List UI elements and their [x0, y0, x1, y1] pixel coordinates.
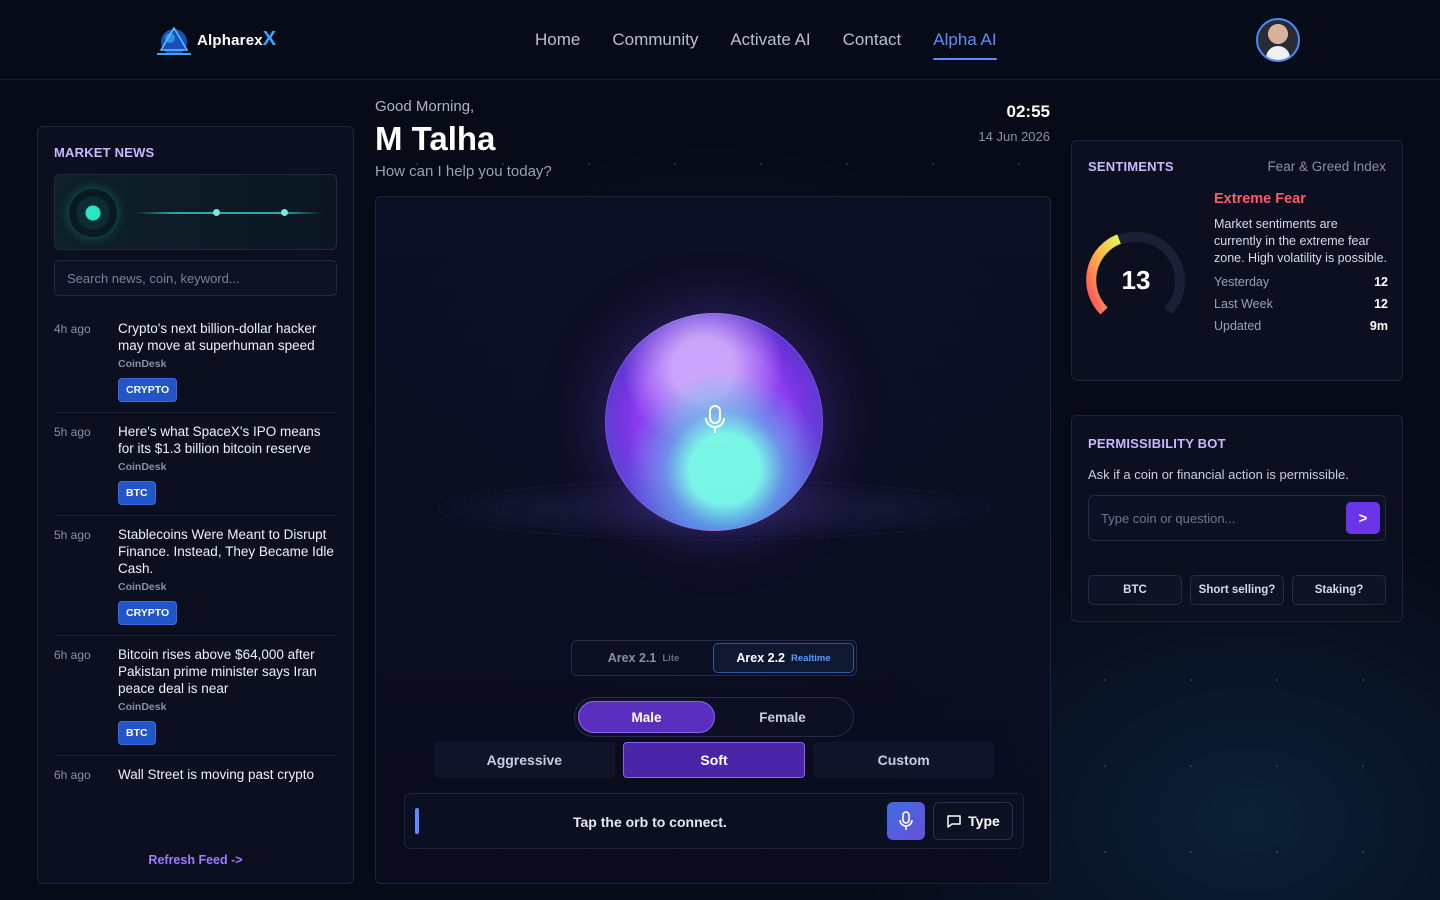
- refresh-feed-link[interactable]: Refresh Feed ->: [38, 853, 353, 867]
- model-switch: Arex 2.1 Lite Arex 2.2 Realtime: [571, 640, 857, 676]
- audio-progress-track[interactable]: [135, 212, 322, 214]
- type-button-label: Type: [968, 813, 1000, 829]
- sentiments-panel: SENTIMENTS Fear & Greed Index 13 Extreme…: [1071, 140, 1403, 381]
- news-tag[interactable]: CRYPTO: [118, 378, 178, 402]
- suggestion-chips: BTC Short selling? Staking?: [1088, 575, 1386, 605]
- news-list: 4h ago Crypto's next billion-dollar hack…: [54, 310, 337, 793]
- clock-date: 14 Jun 2026: [978, 129, 1050, 144]
- news-item[interactable]: 4h ago Crypto's next billion-dollar hack…: [54, 310, 337, 413]
- user-name: M Talha: [375, 120, 496, 157]
- news-source: CoinDesk: [118, 358, 167, 370]
- permissibility-bot-title: PERMISSIBILITY BOT: [1088, 436, 1226, 451]
- sentiment-label: Extreme Fear: [1214, 191, 1306, 207]
- fear-greed-value: 13: [1121, 265, 1151, 295]
- nav-link-home[interactable]: Home: [535, 30, 580, 60]
- type-button[interactable]: Type: [933, 802, 1013, 840]
- sentiment-row-last-week: Last Week 12: [1214, 297, 1388, 311]
- chat-bubble-icon: [947, 815, 961, 828]
- news-item[interactable]: 5h ago Here's what SpaceX's IPO means fo…: [54, 413, 337, 516]
- permissibility-question-input[interactable]: [1089, 496, 1339, 540]
- news-time: 6h ago: [54, 768, 91, 782]
- news-audio-player[interactable]: [54, 174, 337, 250]
- gender-option-male[interactable]: Male: [578, 701, 715, 733]
- model-option-arex-2-1[interactable]: Arex 2.1 Lite: [574, 643, 713, 673]
- news-tag[interactable]: CRYPTO: [118, 601, 178, 625]
- tone-selector: Aggressive Soft Custom: [434, 742, 995, 778]
- status-indicator: [415, 808, 419, 834]
- news-headline[interactable]: Crypto's next billion-dollar hacker may …: [118, 320, 335, 354]
- nav-link-contact[interactable]: Contact: [843, 30, 902, 60]
- connection-status-text: Tap the orb to connect.: [573, 814, 727, 830]
- news-headline[interactable]: Here's what SpaceX's IPO means for its $…: [118, 423, 335, 457]
- news-headline[interactable]: Wall Street is moving past crypto: [118, 766, 335, 783]
- suggestion-chip-btc[interactable]: BTC: [1088, 575, 1182, 605]
- audio-play-indicator[interactable]: [69, 189, 117, 237]
- news-headline[interactable]: Bitcoin rises above $64,000 after Pakist…: [118, 646, 335, 697]
- fear-greed-gauge: 13: [1086, 229, 1186, 329]
- logo-mark-icon: [157, 26, 191, 55]
- microphone-icon: [705, 405, 725, 433]
- news-headline[interactable]: Stablecoins Were Meant to Disrupt Financ…: [118, 526, 335, 577]
- greeting-prompt: How can I help you today?: [375, 163, 552, 180]
- user-avatar[interactable]: [1256, 18, 1300, 62]
- news-tag[interactable]: BTC: [118, 721, 156, 745]
- voice-control-bar: Tap the orb to connect. Type: [404, 793, 1024, 849]
- permissibility-description: Ask if a coin or financial action is per…: [1088, 467, 1349, 482]
- sentiments-title: SENTIMENTS: [1088, 159, 1174, 174]
- top-navigation: AlpharexX Home Community Activate AI Con…: [0, 0, 1440, 80]
- news-source: CoinDesk: [118, 461, 167, 473]
- nav-link-activate-ai[interactable]: Activate AI: [730, 30, 810, 60]
- permissibility-bot-panel: PERMISSIBILITY BOT Ask if a coin or fina…: [1071, 415, 1403, 622]
- logo[interactable]: AlpharexX: [155, 20, 276, 58]
- market-news-panel: MARKET NEWS 4h ago Crypto's next billion…: [37, 126, 354, 884]
- nav-link-alpha-ai[interactable]: Alpha AI: [933, 30, 997, 60]
- fear-greed-index-label: Fear & Greed Index: [1267, 159, 1386, 174]
- sentiment-row-updated: Updated 9m: [1214, 319, 1388, 333]
- tone-option-soft[interactable]: Soft: [622, 742, 806, 778]
- suggestion-chip-staking[interactable]: Staking?: [1292, 575, 1386, 605]
- greeting-salutation: Good Morning,: [375, 98, 475, 115]
- suggestion-chip-short-selling[interactable]: Short selling?: [1190, 575, 1284, 605]
- model-option-arex-2-2[interactable]: Arex 2.2 Realtime: [713, 643, 854, 673]
- nav-link-community[interactable]: Community: [612, 30, 698, 60]
- clock-time: 02:55: [1006, 102, 1050, 121]
- voice-gender-toggle: Male Female: [574, 697, 854, 737]
- microphone-button[interactable]: [887, 802, 925, 840]
- voice-assistant-panel: Arex 2.1 Lite Arex 2.2 Realtime Male Femal…: [375, 196, 1051, 884]
- news-time: 6h ago: [54, 648, 91, 662]
- news-time: 5h ago: [54, 528, 91, 542]
- microphone-icon: [899, 811, 913, 830]
- news-source: CoinDesk: [118, 581, 167, 593]
- permissibility-input-wrapper: >: [1088, 495, 1386, 541]
- news-item[interactable]: 6h ago Wall Street is moving past crypto: [54, 756, 337, 793]
- news-source: CoinDesk: [118, 701, 167, 713]
- news-tag[interactable]: BTC: [118, 481, 156, 505]
- audio-progress-node: [281, 209, 288, 216]
- nav-links: Home Community Activate AI Contact Alpha…: [535, 30, 997, 60]
- news-search-input[interactable]: [54, 260, 337, 296]
- gender-option-female[interactable]: Female: [715, 701, 850, 733]
- sentiment-row-yesterday: Yesterday 12: [1214, 275, 1388, 289]
- sentiment-description: Market sentiments are currently in the e…: [1214, 217, 1387, 265]
- news-time: 5h ago: [54, 425, 91, 439]
- send-button[interactable]: >: [1346, 502, 1380, 534]
- voice-orb[interactable]: [605, 313, 823, 531]
- audio-progress-node: [213, 209, 220, 216]
- news-item[interactable]: 6h ago Bitcoin rises above $64,000 after…: [54, 636, 337, 756]
- market-news-title: MARKET NEWS: [54, 145, 155, 160]
- logo-text: AlpharexX: [197, 27, 277, 50]
- tone-option-aggressive[interactable]: Aggressive: [434, 742, 615, 778]
- news-time: 4h ago: [54, 322, 91, 336]
- news-item[interactable]: 5h ago Stablecoins Were Meant to Disrupt…: [54, 516, 337, 636]
- tone-option-custom[interactable]: Custom: [813, 742, 995, 778]
